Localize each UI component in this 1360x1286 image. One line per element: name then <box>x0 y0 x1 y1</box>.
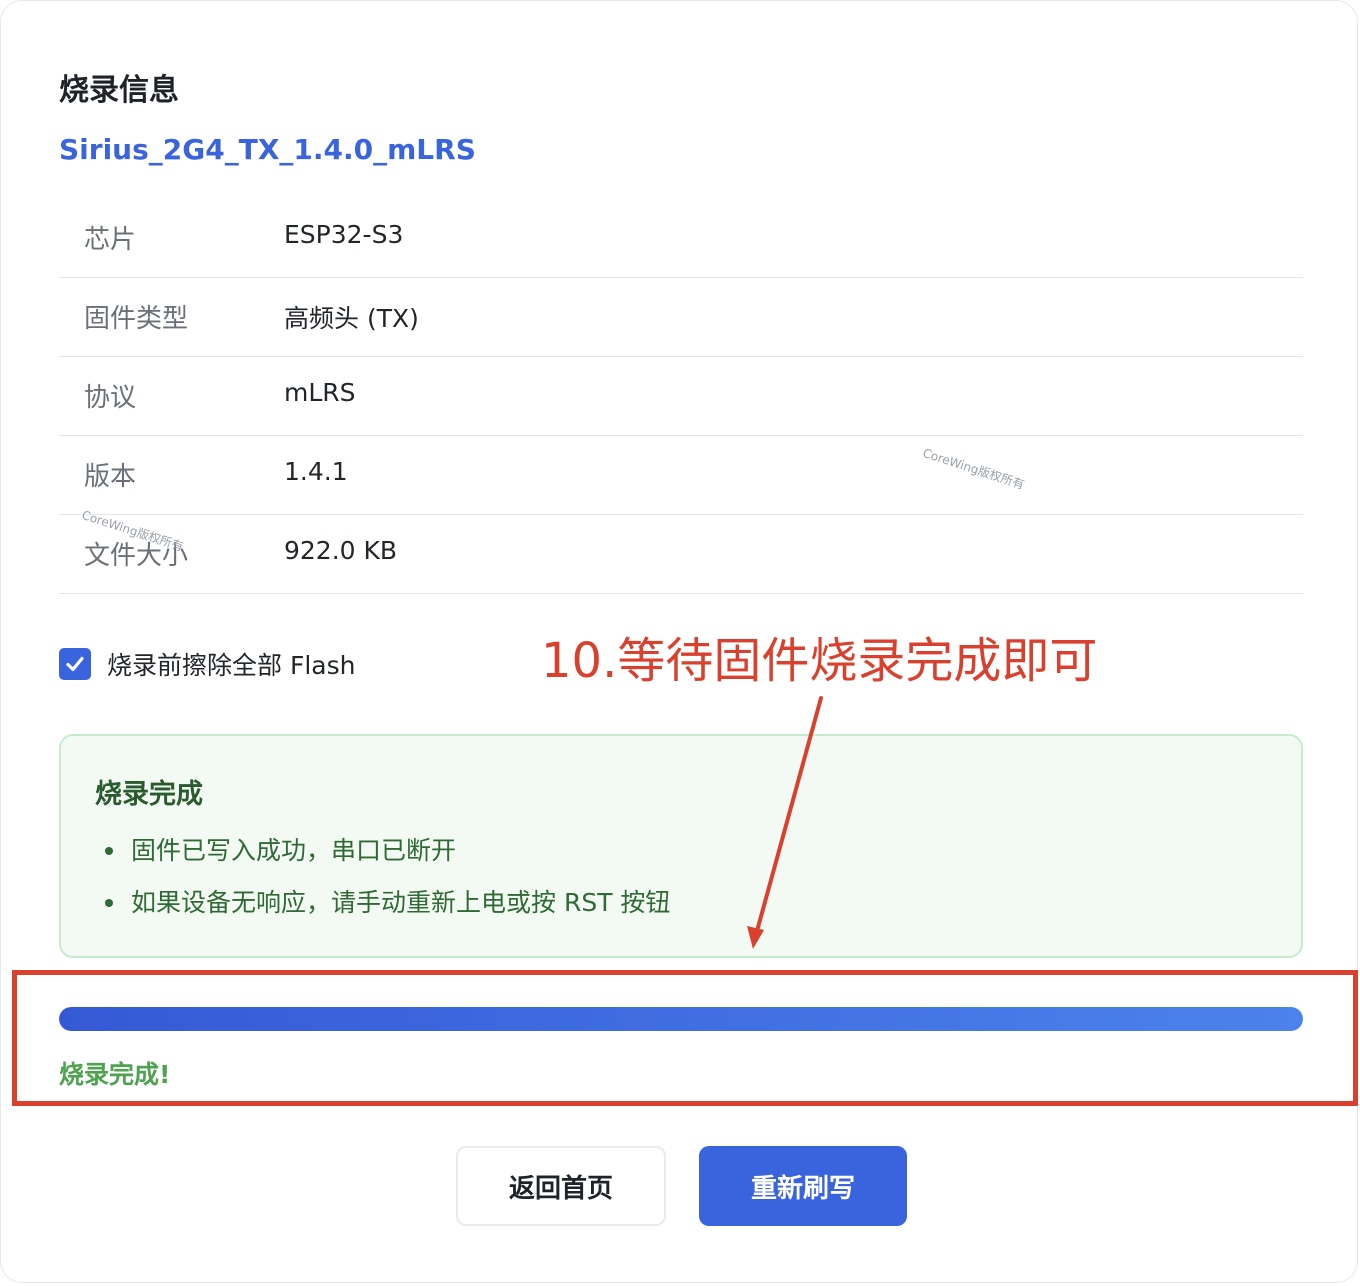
erase-flash-label: 烧录前擦除全部 Flash <box>107 651 356 680</box>
list-item: 固件已写入成功，串口已断开 <box>95 831 670 883</box>
info-value: 1.4.1 <box>284 457 348 486</box>
bullet-icon <box>105 847 113 855</box>
list-item-text: 固件已写入成功，串口已断开 <box>131 836 457 865</box>
bullet-icon <box>105 899 113 907</box>
erase-flash-checkbox[interactable] <box>59 648 91 680</box>
reflash-button[interactable]: 重新刷写 <box>699 1146 907 1226</box>
info-row-chip: 芯片 ESP32-S3 <box>59 199 1303 278</box>
info-row-version: 版本 1.4.1 <box>59 436 1303 515</box>
info-value: 高频头 (TX) <box>284 304 419 333</box>
annotation-highlight-frame <box>12 970 1358 1106</box>
back-home-button[interactable]: 返回首页 <box>456 1146 666 1226</box>
info-label: 版本 <box>84 462 137 492</box>
success-list: 固件已写入成功，串口已断开 如果设备无响应，请手动重新上电或按 RST 按钮 <box>95 831 670 935</box>
info-row-firmware-type: 固件类型 高频头 (TX) <box>59 278 1303 357</box>
section-title: 烧录信息 <box>59 73 179 108</box>
flash-result-card: 烧录信息 Sirius_2G4_TX_1.4.0_mLRS 芯片 ESP32-S… <box>0 0 1358 1283</box>
info-value: ESP32-S3 <box>284 220 404 249</box>
info-row-file-size: 文件大小 922.0 KB <box>59 515 1303 594</box>
list-item: 如果设备无响应，请手动重新上电或按 RST 按钮 <box>95 883 670 935</box>
firmware-info-table: 芯片 ESP32-S3 固件类型 高频头 (TX) 协议 mLRS 版本 1.4… <box>59 199 1303 594</box>
list-item-text: 如果设备无响应，请手动重新上电或按 RST 按钮 <box>131 888 671 917</box>
info-value: 922.0 KB <box>284 536 398 565</box>
info-label: 协议 <box>84 383 137 413</box>
info-label: 固件类型 <box>84 304 189 334</box>
info-value: mLRS <box>284 378 356 407</box>
erase-flash-option[interactable]: 烧录前擦除全部 Flash <box>59 646 355 682</box>
info-label: 芯片 <box>84 225 137 255</box>
firmware-name: Sirius_2G4_TX_1.4.0_mLRS <box>59 133 476 166</box>
info-row-protocol: 协议 mLRS <box>59 357 1303 436</box>
success-notice: 烧录完成 固件已写入成功，串口已断开 如果设备无响应，请手动重新上电或按 RST… <box>59 734 1303 958</box>
success-title: 烧录完成 <box>95 779 203 810</box>
checkmark-icon <box>66 656 84 672</box>
annotation-instruction: 10.等待固件烧录完成即可 <box>541 633 1098 689</box>
